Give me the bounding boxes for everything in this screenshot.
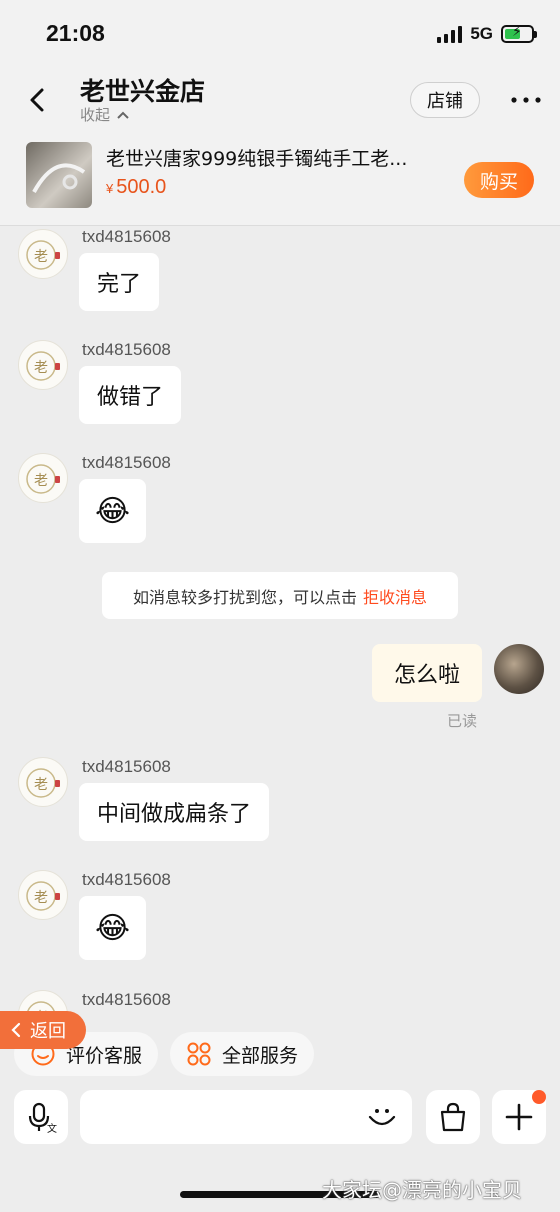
chat-header: 老世兴金店 收起 店铺 老世兴唐家999纯银手镯纯手工老... ¥500.0 购…: [0, 66, 560, 226]
product-title[interactable]: 老世兴唐家999纯银手镯纯手工老...: [106, 144, 446, 171]
svg-text:老: 老: [34, 473, 48, 489]
read-status: 已读: [447, 712, 478, 730]
message-bubble[interactable]: 做错了: [79, 366, 182, 424]
all-services-button[interactable]: 全部服务: [170, 1032, 315, 1076]
my-message-bubble[interactable]: 怎么啦: [372, 644, 482, 702]
svg-text:老: 老: [34, 777, 48, 793]
currency-symbol: ¥: [106, 181, 114, 196]
notification-dot: [532, 1090, 546, 1104]
product-price: ¥500.0: [106, 176, 166, 199]
svg-text:老: 老: [34, 360, 48, 376]
shop-avatar[interactable]: 老: [18, 453, 68, 503]
message-bubble[interactable]: 完了: [79, 253, 160, 311]
watermark: 大家坛@漂亮的小宝贝: [322, 1178, 522, 1202]
network-label: 5G: [470, 24, 493, 43]
more-options-icon[interactable]: [508, 90, 544, 110]
sender-name: txd4815608: [82, 870, 171, 889]
notice-bar: 如消息较多打扰到您，可以点击 拒收消息: [102, 572, 458, 619]
emoji-bubble[interactable]: 😂: [79, 479, 147, 543]
shopping-bag-icon: [440, 1102, 466, 1132]
buy-button[interactable]: 购买: [464, 162, 534, 198]
reject-messages-link[interactable]: 拒收消息: [363, 584, 427, 608]
shop-logo-icon: 老: [26, 881, 60, 911]
price-value: 500.0: [116, 176, 167, 198]
shop-logo-icon: 老: [26, 351, 60, 381]
bracelet-image: [32, 163, 86, 193]
shop-avatar[interactable]: 老: [18, 340, 68, 390]
shopping-bag-button[interactable]: [426, 1090, 480, 1144]
return-label: 返回: [30, 1021, 66, 1042]
product-card[interactable]: 老世兴唐家999纯银手镯纯手工老... ¥500.0 购买: [26, 142, 536, 212]
shop-name[interactable]: 老世兴金店: [80, 72, 205, 108]
shop-avatar[interactable]: 老: [18, 757, 68, 807]
message-text-field[interactable]: [94, 1100, 354, 1134]
sender-name: txd4815608: [82, 453, 171, 472]
return-button[interactable]: 返回: [0, 1011, 86, 1049]
store-button[interactable]: 店铺: [410, 82, 480, 118]
chevron-left-icon: [11, 1022, 21, 1038]
shop-logo-icon: 老: [26, 464, 60, 494]
signal-icon: [437, 25, 463, 43]
voice-input-button[interactable]: 文: [14, 1090, 68, 1144]
emoji-icon[interactable]: [366, 1100, 398, 1132]
collapse-toggle[interactable]: 收起: [80, 104, 130, 125]
shop-avatar[interactable]: 老: [18, 870, 68, 920]
my-avatar[interactable]: [494, 644, 544, 694]
svg-text:老: 老: [34, 249, 48, 265]
status-time: 21:08: [46, 20, 105, 46]
shop-logo-icon: 老: [26, 768, 60, 798]
quick-actions: 评价客服 全部服务: [0, 1032, 560, 1078]
notice-text: 如消息较多打扰到您，可以点击: [132, 587, 357, 607]
svg-text:文: 文: [47, 1122, 57, 1134]
sender-name: txd4815608: [82, 990, 171, 1009]
sender-name: txd4815608: [82, 340, 171, 359]
sender-name: txd4815608: [82, 757, 171, 776]
back-arrow-icon[interactable]: [22, 84, 54, 116]
shop-avatar[interactable]: 老: [18, 229, 68, 279]
grid-rings-icon: [187, 1042, 211, 1066]
status-bar: 21:08 5G ⚡: [0, 0, 560, 66]
status-indicators: 5G ⚡: [437, 24, 537, 44]
battery-icon: ⚡: [501, 24, 537, 43]
sender-name: txd4815608: [82, 227, 171, 246]
message-input[interactable]: [80, 1090, 412, 1144]
emoji-bubble[interactable]: 😂: [79, 896, 147, 960]
chat-area[interactable]: 老 txd4815608 完了 老 txd4815608 做错了 老 txd48…: [0, 227, 560, 1017]
collapse-label: 收起: [80, 106, 111, 124]
shop-logo-icon: 老: [26, 240, 60, 270]
svg-text:老: 老: [34, 890, 48, 906]
chevron-up-icon: [117, 111, 129, 119]
product-thumbnail[interactable]: [26, 142, 92, 208]
message-bubble[interactable]: 中间做成扁条了: [79, 783, 270, 841]
all-services-label: 全部服务: [222, 1044, 299, 1067]
plus-icon: [505, 1103, 533, 1131]
microphone-icon: 文: [28, 1102, 57, 1134]
